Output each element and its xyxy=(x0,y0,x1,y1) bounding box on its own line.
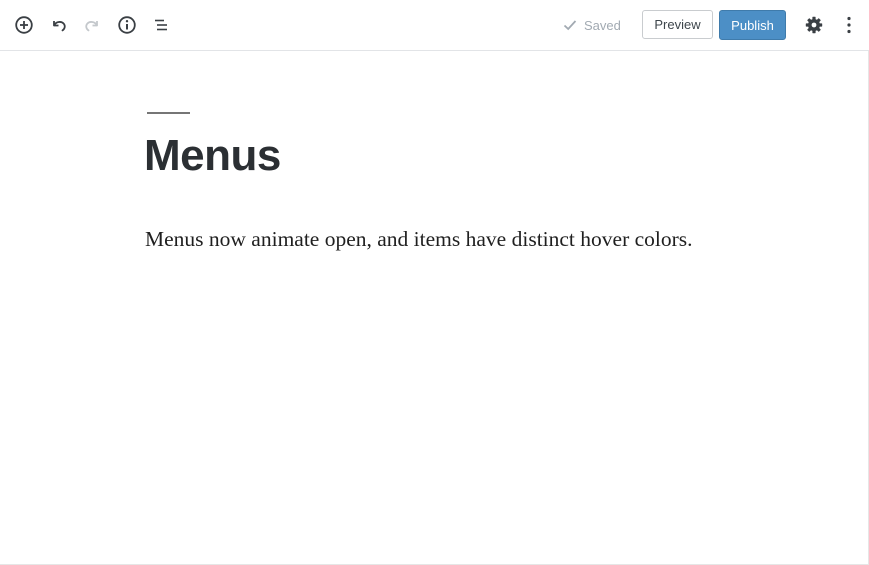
saved-label: Saved xyxy=(584,17,621,33)
list-outline-icon xyxy=(155,19,167,31)
block-navigation-button[interactable] xyxy=(150,14,172,36)
saved-status: Saved xyxy=(563,16,621,34)
settings-button[interactable] xyxy=(803,14,825,36)
editor-toolbar: Saved Preview Publish xyxy=(0,0,869,51)
editor-window: Saved Preview Publish Menus Menus now an… xyxy=(0,0,869,565)
undo-button[interactable] xyxy=(48,14,70,36)
undo-icon xyxy=(53,21,66,32)
content-info-button[interactable] xyxy=(116,14,138,36)
gear-icon xyxy=(805,16,823,34)
redo-button[interactable] xyxy=(81,14,103,36)
redo-icon xyxy=(85,21,98,32)
paragraph-block[interactable]: Menus now animate open, and items have d… xyxy=(145,224,693,254)
plus-circle-icon xyxy=(15,16,33,34)
post-title[interactable]: Menus xyxy=(144,130,281,182)
more-vertical-icon xyxy=(847,16,851,34)
checkmark-icon xyxy=(563,20,577,31)
add-block-button[interactable] xyxy=(13,14,35,36)
info-icon xyxy=(118,16,136,34)
title-separator xyxy=(147,112,190,114)
publish-button[interactable]: Publish xyxy=(719,10,786,40)
preview-button[interactable]: Preview xyxy=(642,10,713,39)
more-menu-button[interactable] xyxy=(838,14,860,36)
